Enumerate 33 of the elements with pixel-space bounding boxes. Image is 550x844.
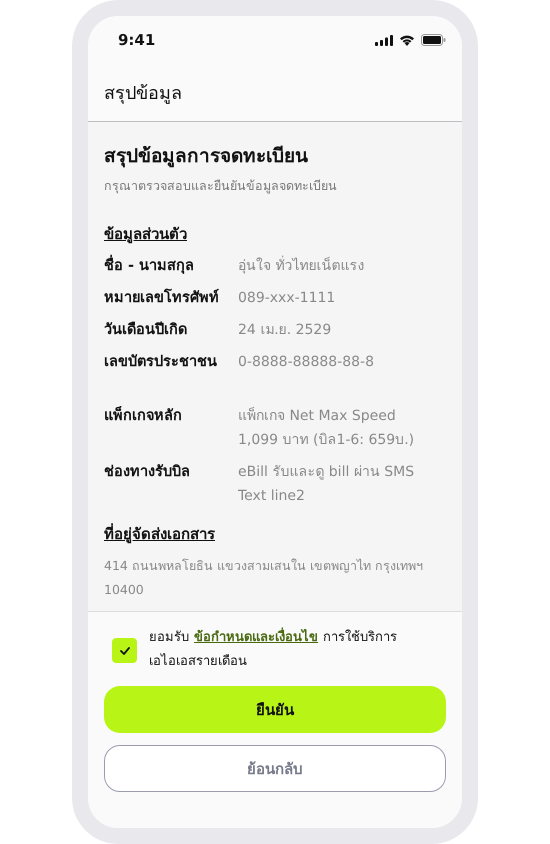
consent-text: การใช้บริการ [323,628,397,647]
consent-text: เอไอเอสรายเดือน [149,652,248,671]
field-value: แพ็กเกจ Net Max Speed [238,406,397,426]
section-heading: ที่อยู่จัดส่งเอกสาร [104,522,215,546]
checkbox[interactable] [112,638,137,663]
terms-link[interactable]: ข้อกำหนดและเงื่อนไข [194,626,318,650]
battery-icon [421,34,446,46]
field-label: วันเดือนปีเกิด [104,320,188,340]
summary-title: สรุปข้อมูลการจดทะเบียน [104,144,309,170]
signal-icon [375,34,393,46]
field-label: ช่องทางรับบิล [104,463,191,482]
field-value: 24 เม.ย. 2529 [238,321,332,340]
back-button[interactable]: ย้อนกลับ [104,745,446,792]
field-label: หมายเลขโทรศัพท์ [104,288,220,308]
status-time: 9:41 [118,31,156,49]
address-text: 10400 [104,581,145,599]
page-title: สรุปข้อมูล [104,82,183,106]
confirm-button[interactable]: ยืนยัน [104,686,446,733]
field-value: 089-xxx-1111 [238,289,336,308]
field-label: เลขบัตรประชาชน [104,353,218,372]
field-value: 1,099 บาท (บิล1-6: 659บ.) [238,431,416,450]
address-text: 414 ถนนพหลโยธิน แขวงสามเสนใน เขตพญาไท กรุงเทพฯ [104,557,424,576]
field-value: 0-8888-88888-88-8 [238,353,376,372]
field-label: แพ็กเกจหลัก [104,405,183,426]
field-value: Text line2 [238,487,306,506]
field-label: ชื่อ - นามสกุล [104,254,238,278]
section-heading: ข้อมูลส่วนตัว [104,224,187,246]
field-value: อุ่นใจ ทั่วไทยเน็ตแรง [238,254,446,278]
check-icon [120,646,130,654]
wifi-icon [399,34,415,46]
summary-subtitle: กรุณาตรวจสอบและยืนยันข้อมูลจดทะเบียน [104,177,338,196]
field-value: eBill รับและดู bill ผ่าน SMS [238,463,416,482]
consent-text: ยอมรับ [149,629,189,647]
